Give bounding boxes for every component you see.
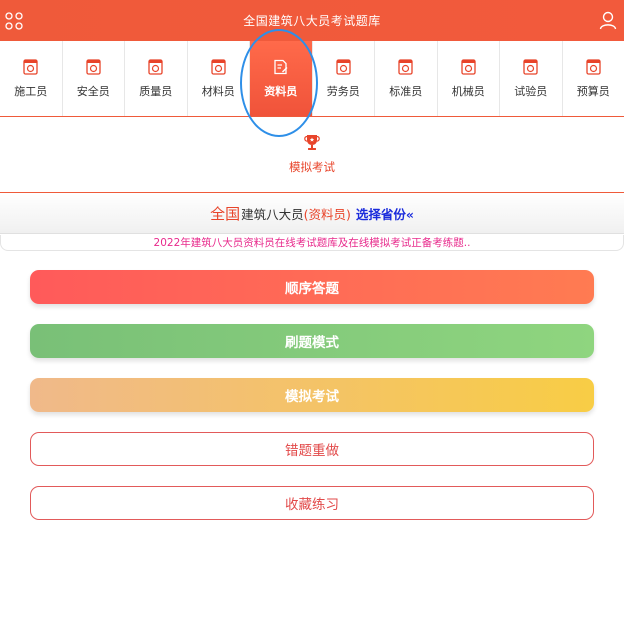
exam-paper-icon xyxy=(461,59,476,75)
tab-label: 资料员 xyxy=(264,85,298,98)
notice-text: 2022年建筑八大员资料员在线考试题库及在线模拟考试正备考练题.. xyxy=(153,237,471,249)
exam-paper-icon xyxy=(398,59,413,75)
province-selector-bar: 全国 建筑八大员 (资料员) 选择省份« xyxy=(0,194,624,234)
tab-label: 试验员 xyxy=(514,85,548,98)
scope-label: 全国 xyxy=(210,205,241,223)
tab-label: 机械员 xyxy=(451,85,485,98)
edit-document-icon xyxy=(274,59,288,75)
exam-paper-icon xyxy=(211,59,226,75)
tab-label: 安全员 xyxy=(76,85,110,98)
current-role-label: (资料员) xyxy=(303,207,351,222)
tab-role-materials[interactable]: 材料员 xyxy=(188,41,250,116)
app-header: 全国建筑八大员考试题库 xyxy=(0,0,624,41)
exam-category-label: 建筑八大员 xyxy=(241,207,304,222)
tab-role-budget[interactable]: 预算员 xyxy=(563,41,624,116)
tab-role-quality[interactable]: 质量员 xyxy=(125,41,188,116)
favorites-practice-button[interactable]: 收藏练习 xyxy=(30,486,594,520)
tab-role-labor[interactable]: 劳务员 xyxy=(313,41,375,116)
tab-role-standards[interactable]: 标准员 xyxy=(375,41,438,116)
tab-label: 标准员 xyxy=(389,85,423,98)
tab-label: 质量员 xyxy=(139,85,173,98)
sequential-answer-button[interactable]: 顺序答题 xyxy=(30,270,594,304)
page-title: 全国建筑八大员考试题库 xyxy=(243,14,381,28)
tab-role-documentation[interactable]: 资料员 xyxy=(250,41,313,116)
apps-grid-icon[interactable] xyxy=(5,12,23,30)
submenu-label: 模拟考试 xyxy=(289,160,335,174)
tab-label: 劳务员 xyxy=(326,85,360,98)
tab-label: 预算员 xyxy=(576,85,610,98)
tab-role-testing[interactable]: 试验员 xyxy=(500,41,563,116)
tab-label: 材料员 xyxy=(201,85,235,98)
submenu-item-mock-exam[interactable]: 模拟考试 xyxy=(267,117,357,193)
tab-label: 施工员 xyxy=(14,85,48,98)
practice-mode-button[interactable]: 刷题模式 xyxy=(30,324,594,358)
redo-wrong-questions-button[interactable]: 错题重做 xyxy=(30,432,594,466)
tab-role-construction[interactable]: 施工员 xyxy=(0,41,63,116)
mock-exam-button[interactable]: 模拟考试 xyxy=(30,378,594,412)
exam-paper-icon xyxy=(523,59,538,75)
exam-paper-icon xyxy=(86,59,101,75)
submenu: 模拟考试 xyxy=(0,117,624,193)
exam-paper-icon xyxy=(148,59,163,75)
notice-banner: 2022年建筑八大员资料员在线考试题库及在线模拟考试正备考练题.. xyxy=(0,235,624,251)
role-tab-bar: 施工员 安全员 质量员 材料员 资料员 劳务员 标准员 机械员 试验员 预算员 xyxy=(0,41,624,117)
trophy-icon xyxy=(304,135,320,150)
exam-paper-icon xyxy=(23,59,38,75)
tab-role-machinery[interactable]: 机械员 xyxy=(438,41,500,116)
exam-paper-icon xyxy=(586,59,601,75)
choose-province-link[interactable]: 选择省份« xyxy=(356,204,414,223)
tab-role-safety[interactable]: 安全员 xyxy=(63,41,125,116)
exam-paper-icon xyxy=(336,59,351,75)
user-icon[interactable] xyxy=(599,11,617,30)
